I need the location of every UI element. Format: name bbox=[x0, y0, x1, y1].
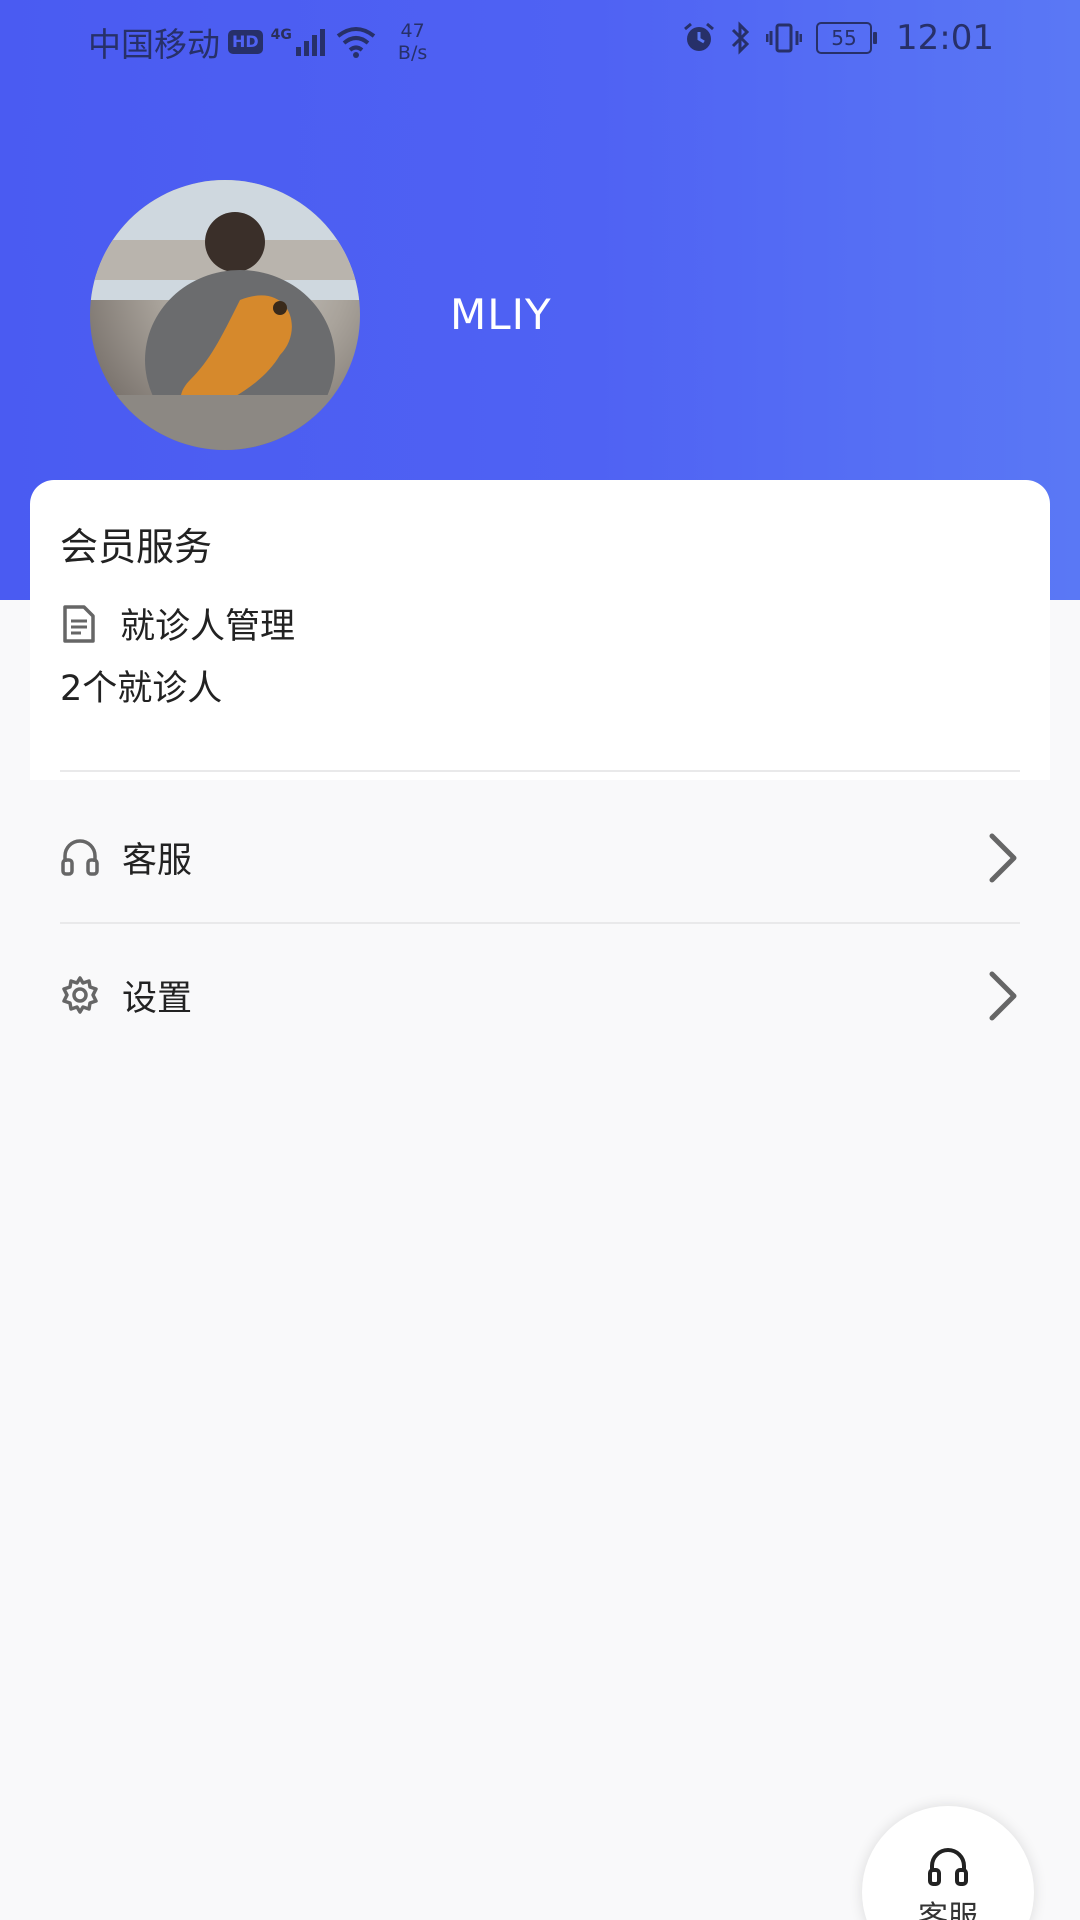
document-icon bbox=[63, 604, 95, 643]
battery-indicator: 55 bbox=[816, 22, 878, 54]
username: MLIY bbox=[450, 290, 552, 339]
avatar[interactable] bbox=[90, 180, 360, 450]
status-bar: 中国移动 HD 4G 47 B/s 55 12:01 bbox=[0, 0, 1080, 84]
menu-item-settings[interactable]: 设置 bbox=[60, 950, 1020, 1040]
headset-icon bbox=[61, 839, 99, 876]
member-service-title: 会员服务 bbox=[60, 525, 213, 569]
profile-screen: 中国移动 HD 4G 47 B/s 55 12:01 MLIY 会员服务 就诊人… bbox=[0, 0, 1080, 1920]
status-time: 12:01 bbox=[896, 18, 994, 58]
bluetooth-icon bbox=[731, 21, 750, 55]
menu-item-customer-service[interactable]: 客服 bbox=[60, 812, 1020, 902]
alarm-icon bbox=[684, 22, 714, 51]
divider-top bbox=[60, 770, 1020, 772]
vibrate-icon bbox=[766, 23, 803, 53]
net-speed-value: 47 bbox=[400, 20, 425, 42]
patient-management-label: 就诊人管理 bbox=[120, 607, 296, 647]
hd-badge: HD bbox=[228, 30, 263, 54]
avatar-image bbox=[90, 180, 360, 450]
customer-service-label: 客服 bbox=[122, 840, 193, 881]
member-service-card: 会员服务 就诊人管理 2个就诊人 bbox=[30, 480, 1050, 780]
network-type: 4G bbox=[270, 27, 292, 43]
status-right: 55 12:01 bbox=[682, 18, 994, 58]
divider-middle bbox=[60, 922, 1020, 924]
net-speed-unit: B/s bbox=[397, 42, 428, 64]
floating-customer-service-button[interactable]: 客服 bbox=[862, 1806, 1034, 1920]
floating-button-label: 客服 bbox=[918, 1900, 978, 1920]
patient-count: 2个就诊人 bbox=[60, 669, 223, 709]
patient-management-row[interactable]: 就诊人管理 bbox=[60, 598, 295, 649]
wifi-icon bbox=[336, 27, 376, 58]
status-left: 中国移动 HD 4G 47 B/s bbox=[88, 18, 427, 66]
headset-icon bbox=[928, 1848, 968, 1886]
signal-icon: 4G bbox=[271, 27, 328, 57]
gear-icon bbox=[62, 976, 98, 1014]
settings-label: 设置 bbox=[122, 978, 193, 1019]
chevron-right-icon bbox=[989, 833, 1017, 883]
chevron-right-icon bbox=[989, 971, 1017, 1021]
net-speed: 47 B/s bbox=[398, 20, 427, 64]
carrier-name: 中国移动 bbox=[88, 25, 220, 64]
